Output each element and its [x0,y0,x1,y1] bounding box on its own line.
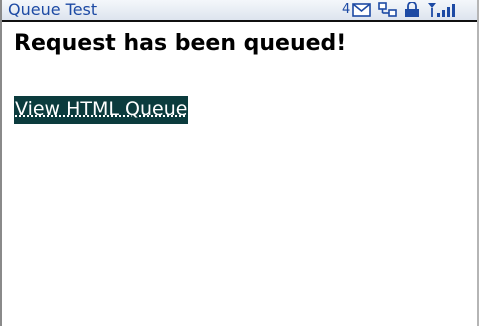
title-bar: Queue Test 4 [2,0,477,22]
app-title: Queue Test [8,0,98,19]
lock-icon [403,1,421,23]
view-html-queue-link[interactable]: View HTML Queue [14,96,189,124]
network-icon [378,2,398,23]
device-screen: Queue Test 4 Request has been queued! Vi… [0,0,479,326]
mail-icon [352,2,372,23]
signal-icon [426,2,466,23]
status-message: Request has been queued! [14,31,347,56]
message-count: 4 [342,2,351,17]
